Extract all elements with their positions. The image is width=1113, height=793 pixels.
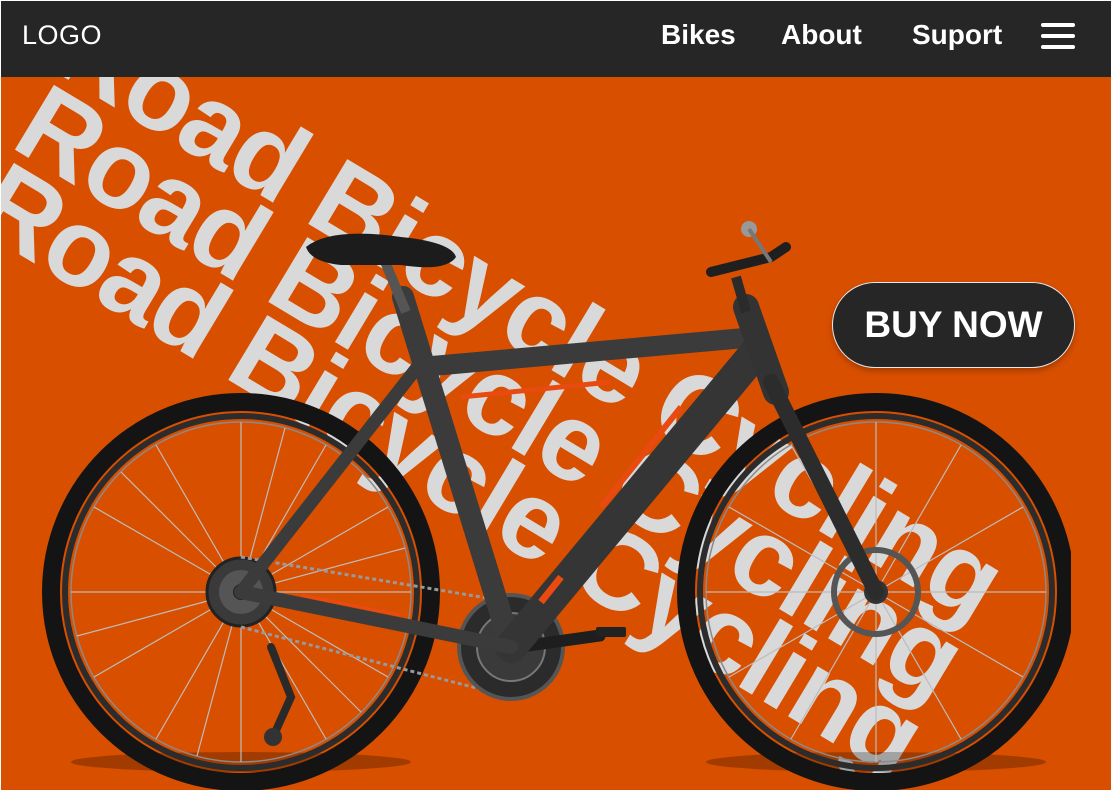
nav-link-support[interactable]: Suport xyxy=(912,19,1002,51)
saddle xyxy=(306,233,456,314)
menu-icon-bar xyxy=(1041,34,1075,38)
buy-now-button[interactable]: BUY NOW xyxy=(832,282,1075,368)
bike-frame xyxy=(234,286,884,663)
logo[interactable]: LOGO xyxy=(22,20,102,51)
nav-link-about[interactable]: About xyxy=(781,19,862,51)
hamburger-menu-icon[interactable] xyxy=(1041,23,1075,51)
road-bicycle-image xyxy=(42,221,1071,790)
hero-banner: Road Bicycle Cycling Road Bicycle Cyclin… xyxy=(1,77,1111,790)
menu-icon-bar xyxy=(1041,45,1075,49)
page: LOGO Bikes About Suport Road Bicycle Cyc… xyxy=(1,1,1111,790)
menu-icon-bar xyxy=(1041,23,1075,27)
top-navigation-bar: LOGO Bikes About Suport xyxy=(1,1,1111,77)
nav-link-bikes[interactable]: Bikes xyxy=(661,19,736,51)
